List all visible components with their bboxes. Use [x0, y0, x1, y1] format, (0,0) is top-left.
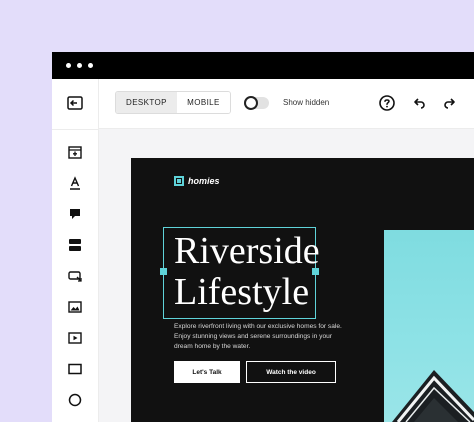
video-tool-icon[interactable]: [67, 330, 83, 346]
list-tool-icon[interactable]: [67, 237, 83, 253]
image-tool-icon[interactable]: [67, 299, 83, 315]
editor-window: DESKTOP MOBILE Show hidden homies Rivers…: [52, 52, 474, 422]
window-dot-icon: [88, 63, 93, 68]
button-tool-icon[interactable]: [67, 268, 83, 284]
hero-title-line-2: Lifestyle: [174, 271, 310, 313]
window-dot-icon: [66, 63, 71, 68]
view-mode-switch: DESKTOP MOBILE: [115, 91, 231, 114]
mobile-view-button[interactable]: MOBILE: [176, 92, 230, 113]
help-icon[interactable]: [378, 94, 396, 112]
show-hidden-toggle[interactable]: [244, 96, 269, 110]
hero-description[interactable]: Explore riverfront living with our exclu…: [174, 322, 344, 352]
show-hidden-label: Show hidden: [283, 98, 330, 107]
undo-icon[interactable]: [410, 94, 428, 112]
tools-sidebar: [52, 79, 99, 422]
collapse-sidebar-icon[interactable]: [66, 94, 84, 112]
website-preview: homies Riverside Lifestyle Explore river…: [131, 158, 474, 422]
sidebar-divider: [52, 129, 98, 130]
section-tool-icon[interactable]: [67, 144, 83, 160]
toggle-knob: [244, 96, 258, 110]
hero-title[interactable]: Riverside Lifestyle: [174, 231, 320, 313]
text-tool-icon[interactable]: [67, 175, 83, 191]
house-roof-graphic: [392, 370, 474, 422]
redo-icon[interactable]: [441, 94, 459, 112]
watch-video-button[interactable]: Watch the video: [246, 361, 336, 383]
site-logo[interactable]: homies: [174, 176, 220, 186]
logo-text: homies: [188, 176, 220, 186]
title-bar: [52, 52, 474, 79]
logo-mark-icon: [174, 176, 184, 186]
window-dot-icon: [77, 63, 82, 68]
resize-handle-left[interactable]: [160, 268, 167, 275]
comment-tool-icon[interactable]: [67, 206, 83, 222]
desktop-view-button[interactable]: DESKTOP: [116, 92, 177, 113]
rectangle-tool-icon[interactable]: [67, 361, 83, 377]
circle-tool-icon[interactable]: [67, 392, 83, 408]
hero-image[interactable]: [384, 230, 474, 422]
lets-talk-button[interactable]: Let's Talk: [174, 361, 240, 383]
editor-toolbar: DESKTOP MOBILE Show hidden: [52, 79, 474, 129]
editor-canvas: homies Riverside Lifestyle Explore river…: [99, 129, 474, 422]
hero-title-line-1: Riverside: [174, 230, 320, 272]
